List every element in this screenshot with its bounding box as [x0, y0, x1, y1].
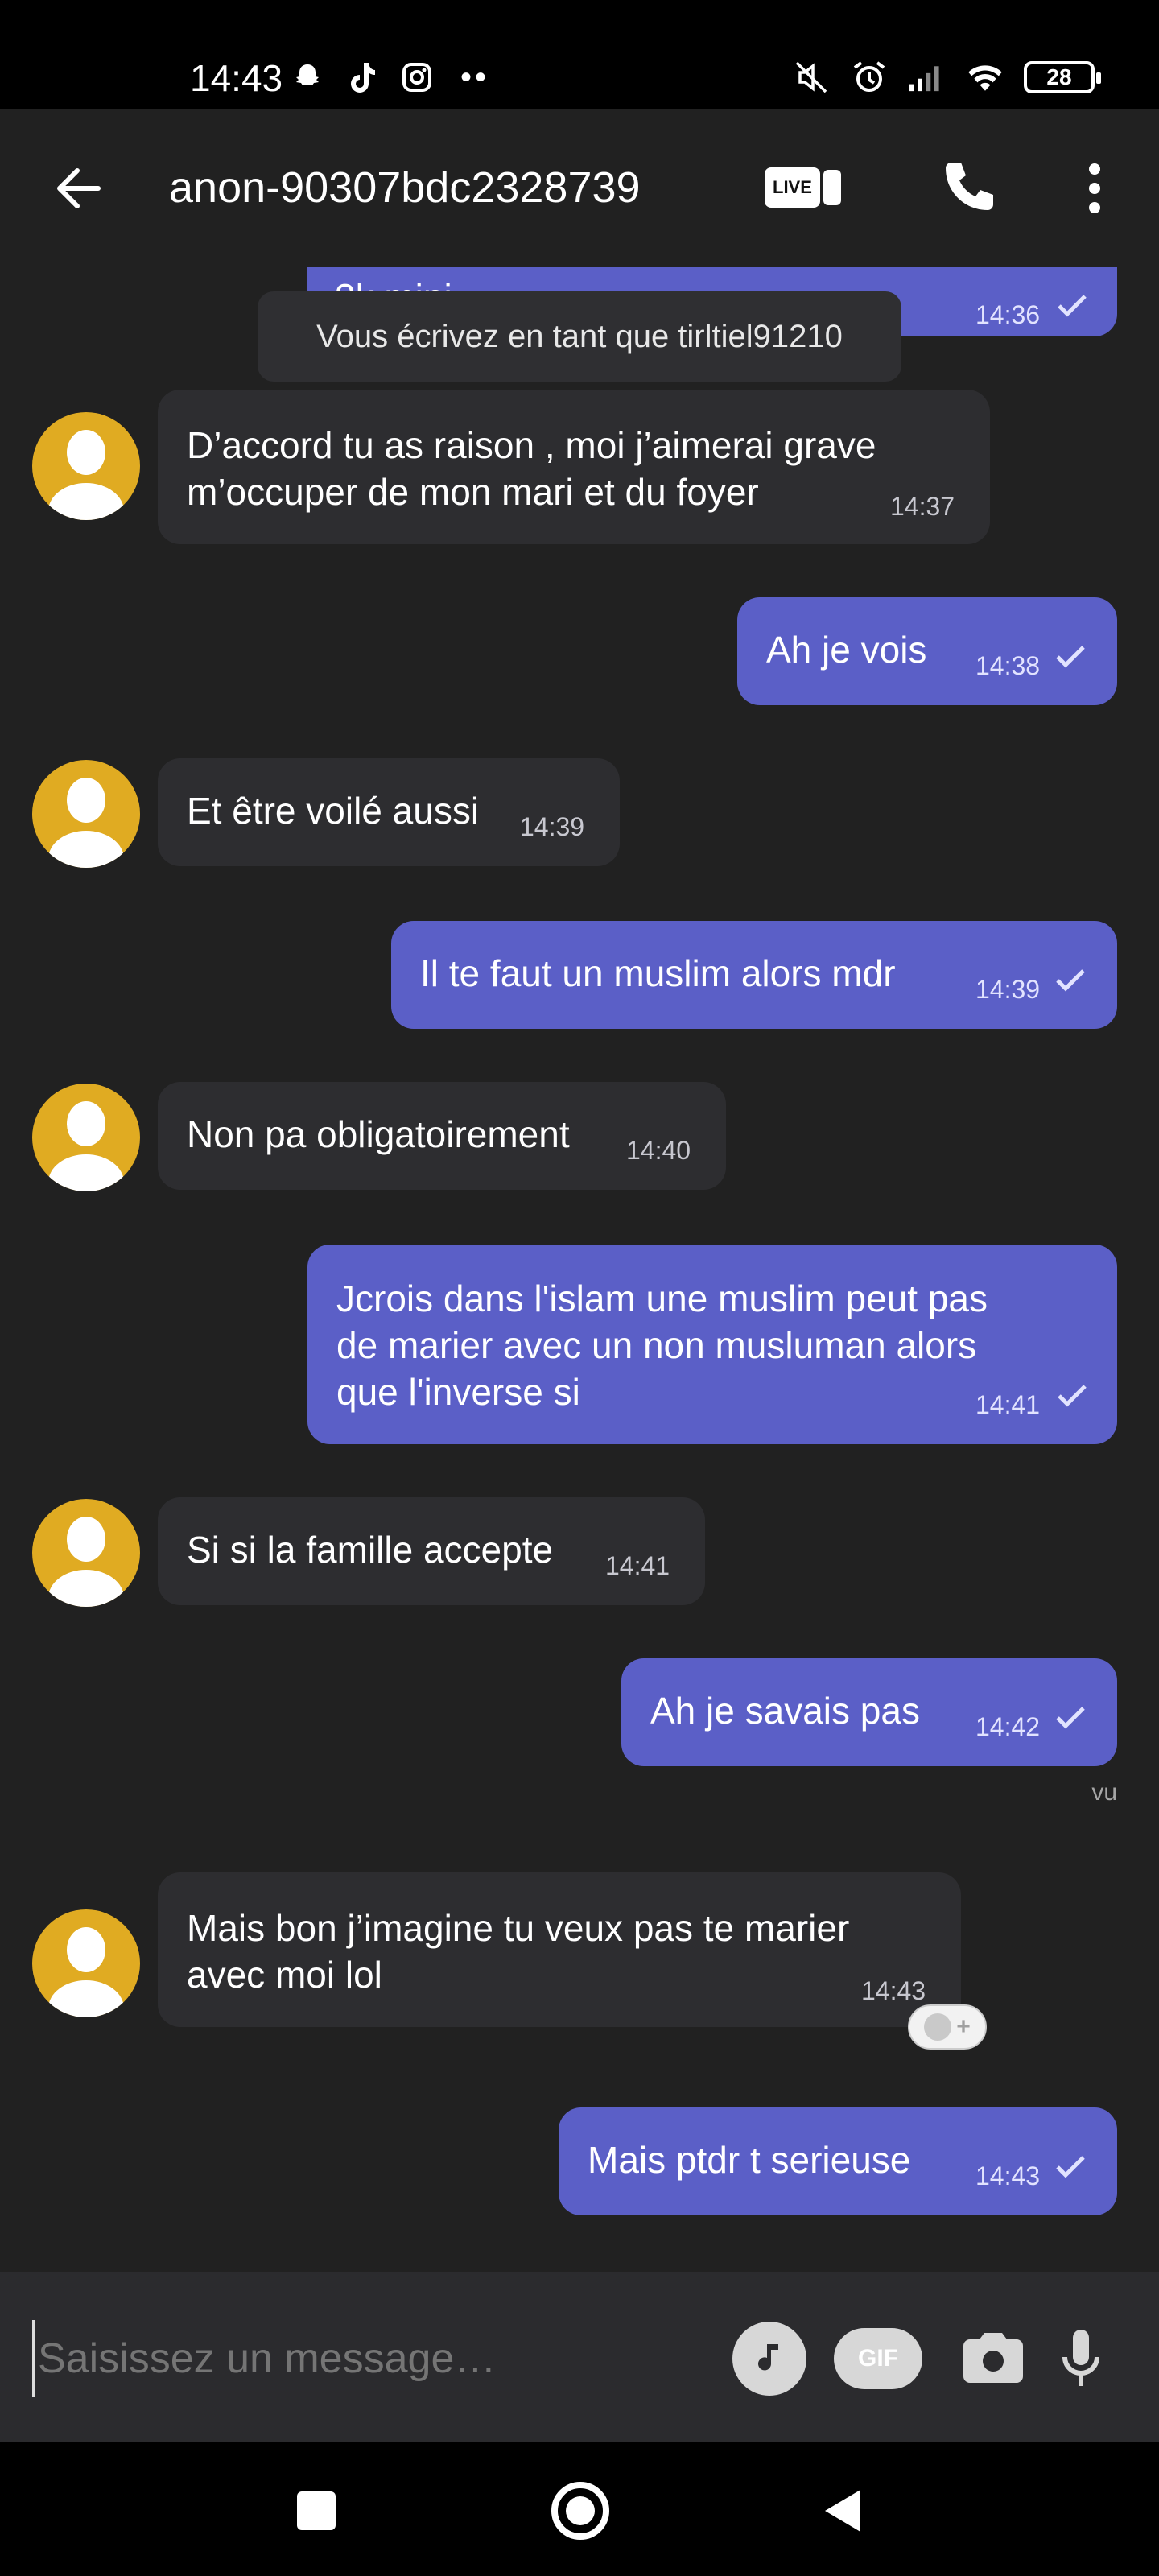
message-bubble-outgoing[interactable]: Ah je vois 14:38 [737, 597, 1117, 705]
back-button[interactable] [48, 158, 109, 219]
camera-button[interactable] [955, 2322, 1032, 2396]
seen-indicator: vu [1091, 1779, 1117, 1806]
avatar[interactable] [32, 1499, 140, 1607]
message-bubble-incoming[interactable]: Mais bon j’imagine tu veux pas te marier… [158, 1872, 961, 2027]
battery-indicator: 28 [1024, 61, 1101, 93]
message-bubble-outgoing[interactable]: Mais ptdr t serieuse 14:43 [559, 2107, 1117, 2215]
avatar[interactable] [32, 760, 140, 868]
instagram-icon [398, 58, 436, 97]
emoji-icon [924, 2013, 952, 2041]
system-icons: 28 [792, 58, 1101, 97]
check-icon [1056, 969, 1085, 992]
message-time: 14:42 [975, 1712, 1041, 1741]
signal-icon [908, 58, 947, 97]
message-time: 14:41 [975, 1390, 1041, 1419]
message-bubble-outgoing[interactable]: Jcrois dans l'islam une muslim peut pas … [307, 1245, 1117, 1444]
wifi-icon [966, 58, 1004, 97]
sender-tooltip: Vous écrivez en tant que tirltiel91210 [258, 291, 901, 382]
message-text: Non pa obligatoirement [187, 1113, 570, 1155]
check-icon [1056, 2156, 1085, 2178]
more-options-button[interactable] [1070, 155, 1119, 222]
avatar[interactable] [32, 412, 140, 520]
add-reaction-button[interactable]: + [908, 2004, 987, 2050]
message-time: 14:38 [975, 651, 1041, 680]
avatar[interactable] [32, 1909, 140, 2017]
message-text-line: Jcrois dans l'islam une muslim peut pas [336, 1278, 988, 1319]
check-icon [1058, 295, 1087, 317]
message-time: 14:39 [520, 812, 585, 841]
snapchat-icon [288, 58, 327, 97]
message-text-line: de marier avec un non musluman alors [336, 1324, 977, 1366]
message-time: 14:37 [890, 492, 955, 521]
plus-icon: + [956, 2013, 971, 2040]
avatar[interactable] [32, 1084, 140, 1191]
home-circle-icon [551, 2482, 609, 2540]
message-text: Mais ptdr t serieuse [588, 2139, 911, 2181]
message-bubble-outgoing[interactable]: Il te faut un muslim alors mdr 14:39 [391, 921, 1117, 1029]
more-vertical-icon [1089, 163, 1100, 213]
message-time: 14:39 [975, 975, 1041, 1004]
music-button[interactable] [732, 2322, 806, 2396]
message-text: Ah je vois [766, 629, 927, 671]
message-bubble-incoming[interactable]: D’accord tu as raison , moi j’aimerai gr… [158, 390, 990, 544]
message-text: Et être voilé aussi [187, 790, 480, 832]
message-text-line: m’occuper de mon mari et du foyer [187, 471, 759, 513]
status-time: 14:43 [190, 57, 283, 99]
message-input[interactable] [32, 2320, 692, 2397]
message-text-line: que l'inverse si [336, 1371, 580, 1413]
camera-icon [963, 2333, 1023, 2383]
call-button[interactable] [934, 155, 1001, 222]
message-bubble-incoming[interactable]: Non pa obligatoirement 14:40 [158, 1082, 726, 1190]
message-time: 14:43 [975, 2161, 1041, 2190]
triangle-back-icon [825, 2490, 860, 2532]
recents-button[interactable] [282, 2476, 351, 2545]
check-icon [1058, 1385, 1087, 1407]
back-nav-button[interactable] [810, 2476, 879, 2545]
message-text: Ah je savais pas [650, 1690, 920, 1732]
video-camera-icon [823, 170, 841, 205]
message-bubble-outgoing[interactable]: Ah je savais pas 14:42 [621, 1658, 1117, 1766]
chat-title[interactable]: anon-90307bdc2328739 [169, 163, 641, 213]
arrow-left-icon [57, 168, 101, 208]
message-text-line: D’accord tu as raison , moi j’aimerai gr… [187, 424, 876, 466]
message-time: 14:36 [975, 300, 1041, 329]
gif-button[interactable]: GIF [834, 2328, 922, 2389]
system-navigation-bar [0, 2442, 1159, 2576]
microphone-button[interactable] [1046, 2322, 1116, 2396]
message-time: 14:43 [861, 1976, 926, 2005]
microphone-icon [1062, 2330, 1099, 2386]
message-text-line: avec moi lol [187, 1954, 382, 1996]
live-label: LIVE [765, 167, 820, 208]
more-notifications-icon: •• [460, 59, 490, 95]
message-time: 14:40 [626, 1136, 691, 1165]
message-time: 14:41 [605, 1551, 670, 1580]
check-icon [1056, 1707, 1085, 1729]
phone-icon [946, 163, 993, 210]
alarm-icon [850, 58, 889, 97]
home-button[interactable] [546, 2476, 615, 2545]
status-bar: 14:43 •• 28 [0, 0, 1159, 109]
live-video-button[interactable]: LIVE [765, 159, 855, 216]
message-composer: GIF [0, 2272, 1159, 2442]
mute-icon [792, 58, 831, 97]
message-bubble-incoming[interactable]: Et être voilé aussi 14:39 [158, 758, 620, 866]
check-icon [1056, 646, 1085, 668]
chat-header: anon-90307bdc2328739 LIVE [0, 109, 1159, 267]
notification-icons: •• [288, 58, 489, 97]
message-text: Si si la famille accepte [187, 1529, 554, 1571]
tiktok-icon [343, 58, 382, 97]
message-text: Il te faut un muslim alors mdr [420, 952, 896, 994]
message-text-line: Mais bon j’imagine tu veux pas te marier [187, 1907, 850, 1949]
music-note-icon [758, 2344, 778, 2371]
message-bubble-incoming[interactable]: Si si la famille accepte 14:41 [158, 1497, 705, 1605]
square-icon [297, 2491, 336, 2530]
